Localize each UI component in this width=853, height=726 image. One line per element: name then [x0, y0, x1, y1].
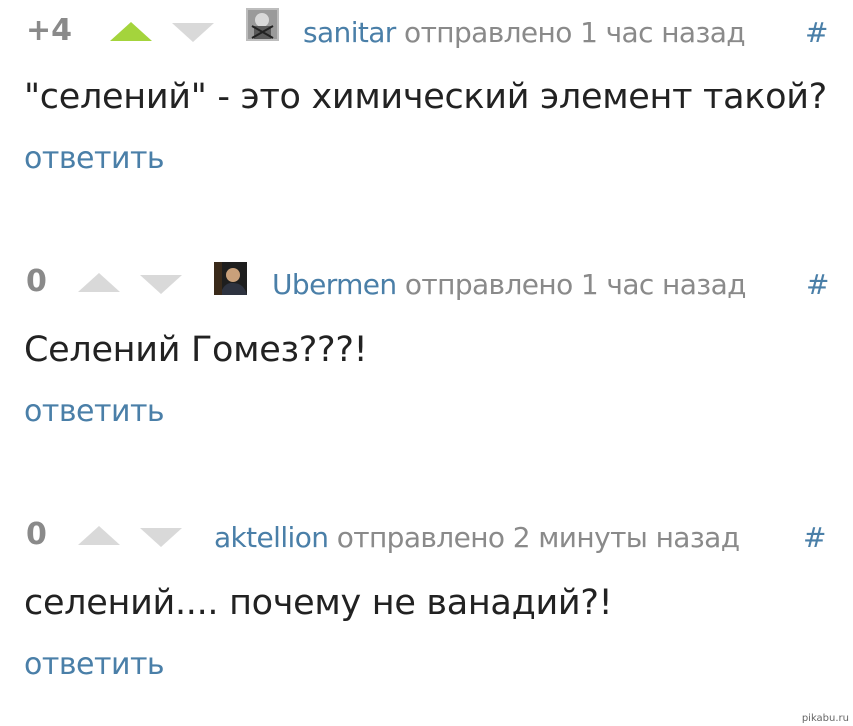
- comment-meta: aktellion отправлено 2 минуты назад: [214, 521, 740, 554]
- vote-up-icon[interactable]: [78, 526, 120, 545]
- author-link[interactable]: aktellion: [214, 521, 329, 554]
- comment-text: селений.... почему не ванадий?!: [24, 583, 613, 623]
- reply-link[interactable]: ответить: [24, 397, 165, 427]
- vote-down-icon[interactable]: [140, 528, 182, 547]
- vote-up-icon[interactable]: [110, 22, 152, 41]
- comment-meta: sanitar отправлено 1 час назад: [303, 16, 746, 49]
- permalink-link[interactable]: #: [805, 19, 828, 47]
- permalink-link[interactable]: #: [806, 271, 829, 299]
- watermark: pikabu.ru: [801, 713, 849, 724]
- avatar-photo-icon[interactable]: [214, 262, 247, 295]
- reply-link[interactable]: ответить: [24, 650, 165, 680]
- sent-time: отправлено 1 час назад: [404, 268, 747, 301]
- comment-score: +4: [26, 13, 73, 48]
- comment-score: 0: [26, 264, 47, 299]
- comment-score: 0: [26, 517, 47, 552]
- reply-link[interactable]: ответить: [24, 144, 165, 174]
- vote-down-icon[interactable]: [172, 23, 214, 42]
- sent-time: отправлено 1 час назад: [404, 16, 746, 49]
- comment-text: "селений" - это химический элемент такой…: [24, 77, 827, 117]
- author-link[interactable]: Ubermen: [272, 268, 397, 301]
- avatar-grayscale-icon[interactable]: [246, 8, 279, 41]
- vote-up-icon[interactable]: [78, 273, 120, 292]
- comment-meta: Ubermen отправлено 1 час назад: [272, 268, 747, 301]
- comment-text: Селений Гомез???!: [24, 330, 368, 370]
- author-link[interactable]: sanitar: [303, 16, 396, 49]
- permalink-link[interactable]: #: [803, 524, 826, 552]
- sent-time: отправлено 2 минуты назад: [336, 521, 740, 554]
- vote-down-icon[interactable]: [140, 275, 182, 294]
